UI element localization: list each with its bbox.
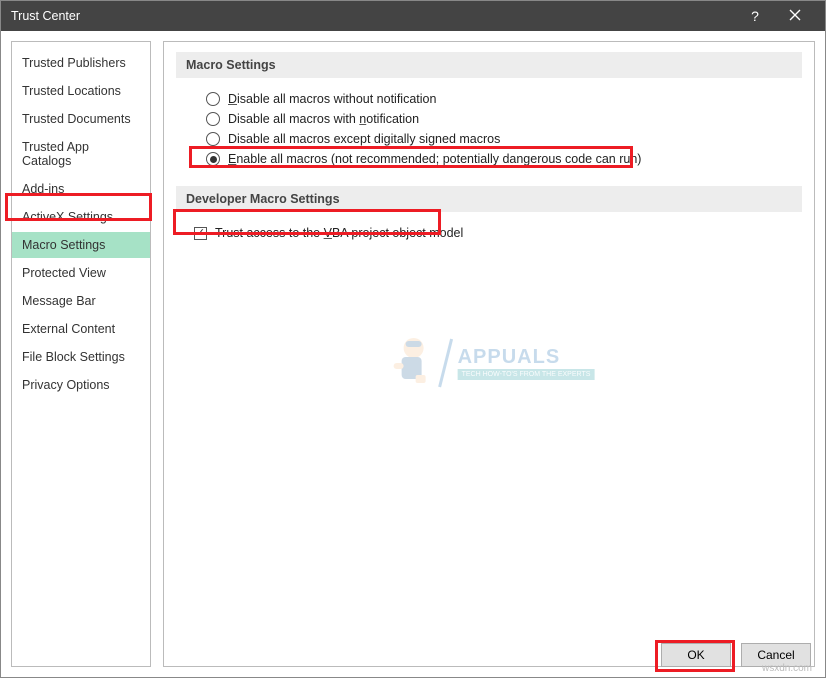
sidebar-item-trusted-publishers[interactable]: Trusted Publishers [12, 50, 150, 76]
attribution: wsxdn.com [762, 663, 812, 674]
dialog-body: Trusted Publishers Trusted Locations Tru… [1, 31, 825, 677]
sidebar-item-external-content[interactable]: External Content [12, 316, 150, 342]
sidebar-item-message-bar[interactable]: Message Bar [12, 288, 150, 314]
radio-icon [206, 112, 220, 126]
sidebar-item-macro-settings[interactable]: Macro Settings [12, 232, 150, 258]
radio-icon [206, 92, 220, 106]
macro-options: Disable all macros without notification … [206, 92, 802, 166]
checkbox-icon: ✓ [194, 227, 207, 240]
radio-enable-all[interactable]: Enable all macros (not recommended; pote… [206, 152, 802, 166]
sidebar-item-privacy-options[interactable]: Privacy Options [12, 372, 150, 398]
sidebar-item-trusted-locations[interactable]: Trusted Locations [12, 78, 150, 104]
close-icon [789, 9, 801, 21]
radio-icon [206, 132, 220, 146]
sidebar: Trusted Publishers Trusted Locations Tru… [11, 41, 151, 667]
watermark-tag: TECH HOW-TO'S FROM THE EXPERTS [458, 369, 595, 380]
radio-icon [206, 152, 220, 166]
watermark: APPUALS TECH HOW-TO'S FROM THE EXPERTS [384, 333, 595, 393]
help-button[interactable]: ? [735, 8, 775, 24]
titlebar: Trust Center ? [1, 1, 825, 31]
radio-disable-except-signed[interactable]: Disable all macros except digitally sign… [206, 132, 802, 146]
radio-label: Disable all macros with notification [228, 112, 419, 126]
sidebar-item-activex-settings[interactable]: ActiveX Settings [12, 204, 150, 230]
section-heading-dev: Developer Macro Settings [176, 186, 802, 212]
trust-center-dialog: Trust Center ? Trusted Publishers Truste… [0, 0, 826, 678]
checkbox-trust-vba[interactable]: ✓ Trust access to the VBA project object… [194, 226, 802, 240]
window-title: Trust Center [11, 9, 735, 23]
watermark-brand: APPUALS [458, 346, 595, 369]
sidebar-item-protected-view[interactable]: Protected View [12, 260, 150, 286]
ok-button[interactable]: OK [661, 643, 731, 667]
section-heading-macro: Macro Settings [176, 52, 802, 78]
radio-label: Disable all macros without notification [228, 92, 436, 106]
main-panel: Macro Settings Disable all macros withou… [163, 41, 815, 667]
mascot-icon [384, 333, 434, 393]
radio-disable-with-notification[interactable]: Disable all macros with notification [206, 112, 802, 126]
radio-label: Disable all macros except digitally sign… [228, 132, 500, 146]
dev-options: ✓ Trust access to the VBA project object… [194, 226, 802, 240]
radio-label: Enable all macros (not recommended; pote… [228, 152, 641, 166]
sidebar-item-trusted-documents[interactable]: Trusted Documents [12, 106, 150, 132]
close-button[interactable] [775, 8, 815, 24]
sidebar-item-trusted-app-catalogs[interactable]: Trusted App Catalogs [12, 134, 150, 174]
slash-icon [438, 337, 454, 389]
radio-disable-no-notification[interactable]: Disable all macros without notification [206, 92, 802, 106]
checkbox-label: Trust access to the VBA project object m… [215, 226, 463, 240]
sidebar-item-add-ins[interactable]: Add-ins [12, 176, 150, 202]
sidebar-item-file-block-settings[interactable]: File Block Settings [12, 344, 150, 370]
